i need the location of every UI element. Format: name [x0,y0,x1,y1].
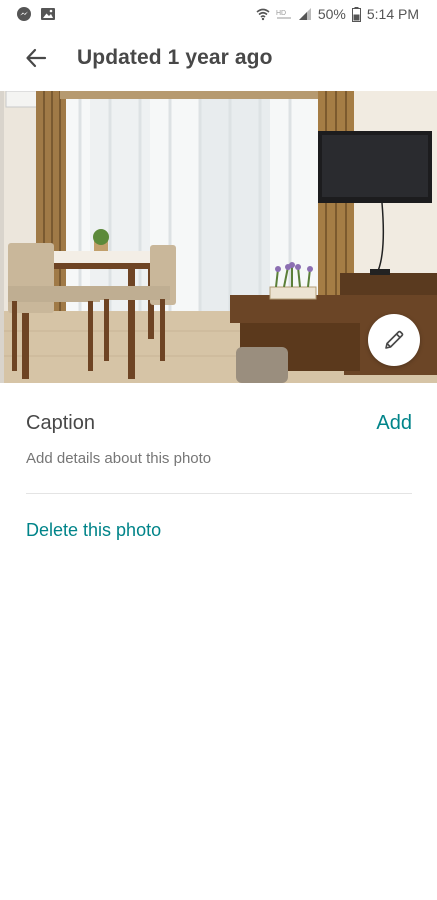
caption-label: Caption [26,412,95,434]
battery-percent: 50% [317,6,346,22]
edit-photo-button[interactable] [368,314,420,366]
divider [26,493,412,494]
wifi-icon [256,7,270,21]
status-left [16,6,56,22]
status-time: 5:14 PM [366,6,419,22]
status-bar: HD 50% 5:14 PM [0,0,437,28]
caption-row: Caption Add [26,412,412,435]
signal-icon [298,7,312,21]
page-title: Updated 1 year ago [77,46,273,69]
battery-icon [351,6,361,22]
arrow-left-icon [25,47,47,69]
delete-photo-button[interactable]: Delete this photo [26,520,161,541]
listing-photo[interactable] [0,91,437,383]
app-bar: Updated 1 year ago [0,28,437,88]
status-right: HD 50% 5:14 PM [256,6,419,22]
pencil-icon [382,328,406,352]
image-icon [40,7,56,21]
caption-hint: Add details about this photo [26,450,212,467]
add-caption-button[interactable]: Add [376,412,412,435]
messenger-icon [16,6,32,22]
svg-text:HD: HD [276,10,286,17]
back-button[interactable] [12,34,60,82]
hd-icon: HD [276,8,292,20]
